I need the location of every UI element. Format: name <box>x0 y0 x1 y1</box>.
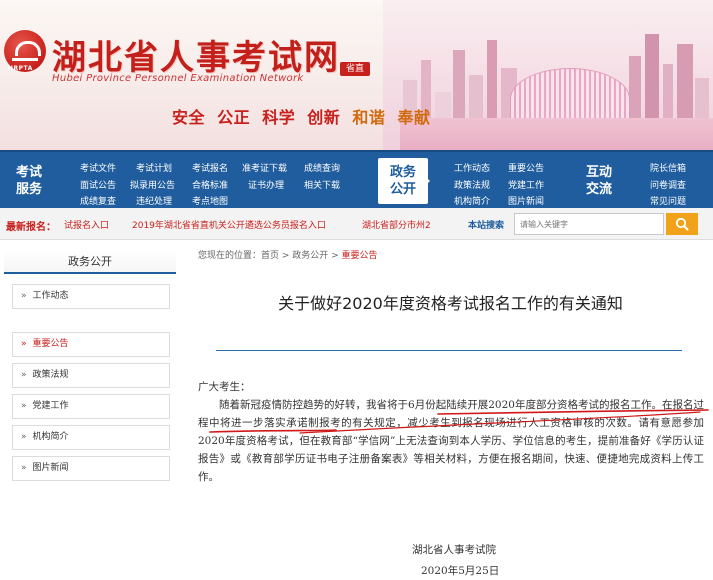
sidebar-item-policy[interactable]: » 政策法规 <box>12 363 170 388</box>
site-banner: HRPTA 湖北省人事考试网 Hubei Province Personnel … <box>0 0 713 150</box>
sidebar: 政务公开 » 工作动态 » 重要公告 » 政策法规 » 党建工作 » 机构简介 » 图片新闻 <box>0 246 184 580</box>
nav-category-gov-affairs[interactable]: 政务 公开 <box>378 158 430 204</box>
nav-link-party-building[interactable]: 党建工作 <box>508 178 544 191</box>
slogan-word: 安全 <box>172 108 206 127</box>
breadcrumb-path[interactable]: 首页 > 政务公开 > <box>261 251 342 261</box>
double-chevron-icon: » <box>21 370 27 380</box>
sidebar-item-label: 党建工作 <box>32 401 69 411</box>
logo-tag: HRPTA <box>8 65 33 72</box>
sidebar-item-label: 重要公告 <box>32 339 69 349</box>
slogan-word: 创新 <box>307 108 341 127</box>
nav-link-score-query[interactable]: 成绩查询 <box>304 161 340 174</box>
article-body: 广大考生： 随着新冠疫情防控趋势的好转，我省将于6月份起陆续开展2020年度部分… <box>198 378 704 486</box>
slogan-word: 科学 <box>262 108 296 127</box>
nav-link-admission-ticket[interactable]: 准考证下载 <box>242 161 287 174</box>
sidebar-item-org-intro[interactable]: » 机构简介 <box>12 425 170 450</box>
nav-link-org-intro[interactable]: 机构简介 <box>454 194 490 207</box>
breadcrumb-current[interactable]: 重要公告 <box>342 251 378 261</box>
sidebar-item-work-news[interactable]: » 工作动态 <box>12 284 170 309</box>
double-chevron-icon: » <box>21 291 27 301</box>
sidebar-item-label: 工作动态 <box>32 291 69 301</box>
latest-signup-bar: 最新报名： 试报名入口 2019年湖北省省直机关公开遴选公务员报名入口 湖北省部… <box>0 208 713 240</box>
slogan-word: 和谐 <box>352 108 386 127</box>
nav-link-interview-notice[interactable]: 面试公告 <box>80 178 116 191</box>
nav-link-exam-plan[interactable]: 考试计划 <box>136 161 172 174</box>
nav-link-site-map[interactable]: 考点地图 <box>192 194 228 207</box>
ticker-link[interactable]: 试报名入口 <box>64 218 109 231</box>
ticker-link[interactable]: 2019年湖北省省直机关公开遴选公务员报名入口 <box>132 218 326 231</box>
slogan: 安全 公正 科学 创新 和谐 奉献 <box>172 104 436 128</box>
double-chevron-icon: » <box>21 463 27 473</box>
nav-link-pass-standard[interactable]: 合格标准 <box>192 178 228 191</box>
double-chevron-icon: » <box>21 432 27 442</box>
nav-link-certificate[interactable]: 证书办理 <box>248 178 284 191</box>
article-signature: 湖北省人事考试院 <box>412 544 496 556</box>
nav-link-hiring-notice[interactable]: 拟录用公告 <box>130 178 175 191</box>
sidebar-heading: 政务公开 <box>4 250 176 274</box>
nav-link-score-review[interactable]: 成绩复查 <box>80 194 116 207</box>
search-icon <box>675 217 689 231</box>
nav-link-exam-signup[interactable]: 考试报名 <box>192 161 228 174</box>
breadcrumb-prefix: 您现在的位置： <box>198 251 262 261</box>
article-greeting: 广大考生： <box>198 381 251 393</box>
article-title: 关于做好2020年度资格考试报名工作的有关通知 <box>278 294 623 313</box>
site-title[interactable]: 湖北省人事考试网 <box>52 30 340 79</box>
breadcrumb: 您现在的位置：首页 > 政务公开 > 重要公告 <box>198 248 378 261</box>
sidebar-item-label: 机构简介 <box>32 432 69 442</box>
search-label: 本站搜索 <box>468 221 505 231</box>
main-nav: 考试 服务 考试文件 考试计划 考试报名 准考证下载 成绩查询 面试公告 拟录用… <box>0 150 713 208</box>
sidebar-item-photo-news[interactable]: » 图片新闻 <box>12 456 170 481</box>
sidebar-item-party-building[interactable]: » 党建工作 <box>12 394 170 419</box>
ticker-label: 最新报名： <box>6 222 56 233</box>
sidebar-item-important-notice[interactable]: » 重要公告 <box>12 332 170 357</box>
nav-link-downloads[interactable]: 相关下载 <box>304 178 340 191</box>
title-divider <box>216 350 682 351</box>
article-paragraph: 随着新冠疫情防控趋势的好转，我省将于6月份起陆续开展2020年度部分资格考试的报… <box>198 399 704 483</box>
search-button[interactable] <box>666 213 698 235</box>
slogan-word: 奉献 <box>397 108 431 127</box>
sidebar-item-label: 政策法规 <box>32 370 69 380</box>
nav-link-work-news[interactable]: 工作动态 <box>454 161 490 174</box>
article-date: 2020年5月25日 <box>421 565 500 577</box>
province-badge[interactable]: 省直 <box>340 62 370 76</box>
ticker-link[interactable]: 湖北省部分市州2 <box>362 218 456 231</box>
nav-link-exam-docs[interactable]: 考试文件 <box>80 161 116 174</box>
nav-link-photo-news[interactable]: 图片新闻 <box>508 194 544 207</box>
nav-link-important-notice[interactable]: 重要公告 <box>508 161 544 174</box>
nav-link-survey[interactable]: 问卷调查 <box>650 178 686 191</box>
double-chevron-icon: » <box>21 401 27 411</box>
river-image <box>400 118 713 150</box>
nav-link-faq[interactable]: 常见问题 <box>650 194 686 207</box>
nav-link-director-mailbox[interactable]: 院长信箱 <box>650 161 686 174</box>
nav-link-violations[interactable]: 违纪处理 <box>136 194 172 207</box>
nav-category-interaction[interactable]: 互动 交流 <box>574 158 624 204</box>
nav-category-exam-service[interactable]: 考试 服务 <box>4 158 54 204</box>
nav-link-policy[interactable]: 政策法规 <box>454 178 490 191</box>
slogan-word: 公正 <box>217 108 251 127</box>
sidebar-item-label: 图片新闻 <box>32 463 69 473</box>
double-chevron-icon: » <box>21 339 27 349</box>
site-subtitle: Hubei Province Personnel Examination Net… <box>52 73 304 84</box>
search-input[interactable] <box>514 213 664 235</box>
